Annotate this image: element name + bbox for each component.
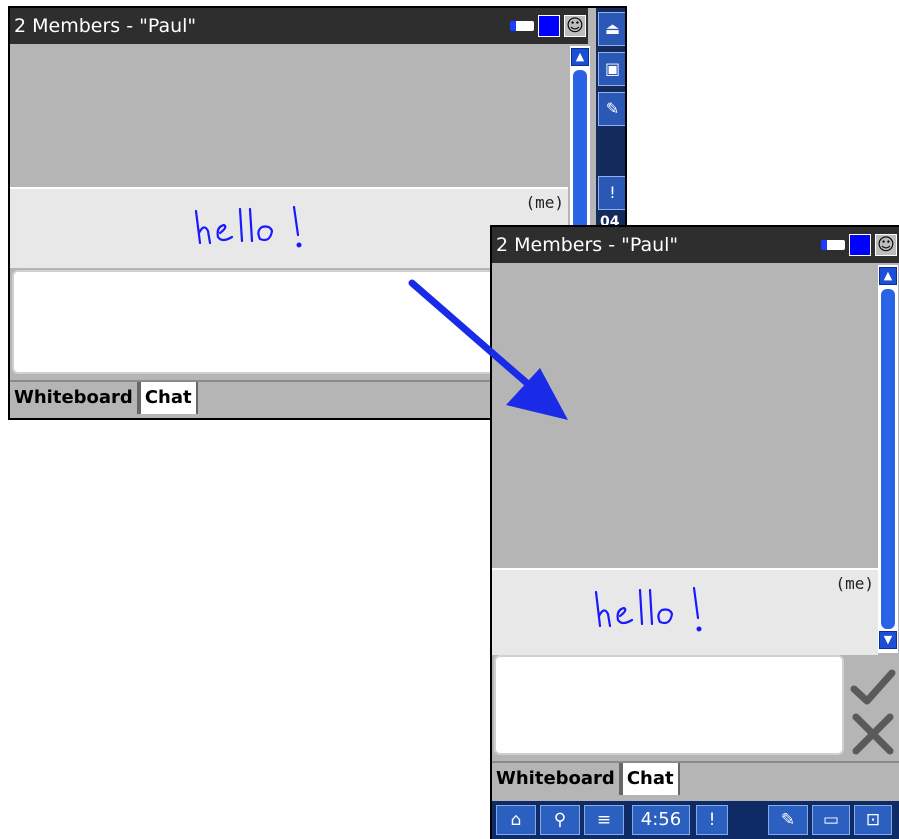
title-bar: 2 Members - "Paul" ☺ bbox=[10, 8, 588, 44]
clock[interactable]: 4:56 bbox=[632, 805, 690, 835]
chat-history bbox=[10, 44, 568, 187]
tab-bar: Whiteboard Chat bbox=[492, 761, 899, 795]
scroll-up-icon[interactable]: ▲ bbox=[571, 48, 589, 66]
tab-chat[interactable]: Chat bbox=[620, 763, 680, 795]
color-swatch[interactable] bbox=[538, 15, 560, 37]
title-bar: 2 Members - "Paul" ☺ bbox=[492, 227, 899, 263]
pen-size-icon[interactable] bbox=[821, 240, 845, 250]
search-icon[interactable]: ⚲ bbox=[540, 805, 580, 835]
menu-icon[interactable]: ≡ bbox=[584, 805, 624, 835]
pen-icon[interactable]: ✎ bbox=[768, 805, 808, 835]
window-title: 2 Members - "Paul" bbox=[496, 234, 679, 256]
home-icon[interactable]: ⌂ bbox=[496, 805, 536, 835]
tab-whiteboard[interactable]: Whiteboard bbox=[10, 382, 139, 414]
smiley-icon[interactable]: ☺ bbox=[875, 234, 897, 256]
input-actions bbox=[848, 667, 898, 757]
status-bar: ⌂ ⚲ ≡ 4:56 ! ✎ ▭ ⊡ bbox=[492, 801, 899, 839]
chat-message: (me) bbox=[492, 568, 878, 655]
pen-icon[interactable]: ✎ bbox=[598, 92, 625, 126]
scroll-down-icon[interactable]: ▼ bbox=[879, 631, 897, 649]
exit-icon[interactable]: ⏏ bbox=[598, 12, 625, 46]
window-icon[interactable]: ⊡ bbox=[854, 805, 892, 835]
window-title: 2 Members - "Paul" bbox=[14, 15, 197, 37]
ink-hello bbox=[194, 205, 302, 248]
chat-input[interactable] bbox=[12, 270, 532, 374]
chat-history bbox=[492, 263, 878, 568]
tab-chat[interactable]: Chat bbox=[138, 382, 198, 414]
ink-hello bbox=[594, 586, 702, 632]
alert-icon[interactable]: ! bbox=[598, 176, 625, 210]
screen-after: 2 Members - "Paul" ☺ (me) ▲ ▼ Whiteboard… bbox=[490, 225, 899, 839]
message-author: (me) bbox=[835, 574, 874, 593]
x-icon[interactable] bbox=[850, 713, 896, 755]
color-swatch[interactable] bbox=[849, 234, 871, 256]
smiley-icon[interactable]: ☺ bbox=[564, 15, 586, 37]
select-icon[interactable]: ▣ bbox=[598, 52, 625, 86]
check-icon[interactable] bbox=[850, 667, 896, 709]
tab-whiteboard[interactable]: Whiteboard bbox=[492, 763, 621, 795]
pen-size-icon[interactable] bbox=[510, 21, 534, 31]
chat-input[interactable] bbox=[494, 655, 844, 755]
alert-icon[interactable]: ! bbox=[696, 805, 728, 835]
chat-message: (me) bbox=[10, 187, 568, 268]
chat-scrollbar[interactable]: ▲ ▼ bbox=[878, 265, 898, 653]
scroll-thumb[interactable] bbox=[881, 289, 895, 629]
screen-icon[interactable]: ▭ bbox=[812, 805, 850, 835]
scroll-up-icon[interactable]: ▲ bbox=[879, 267, 897, 285]
message-author: (me) bbox=[525, 193, 564, 212]
